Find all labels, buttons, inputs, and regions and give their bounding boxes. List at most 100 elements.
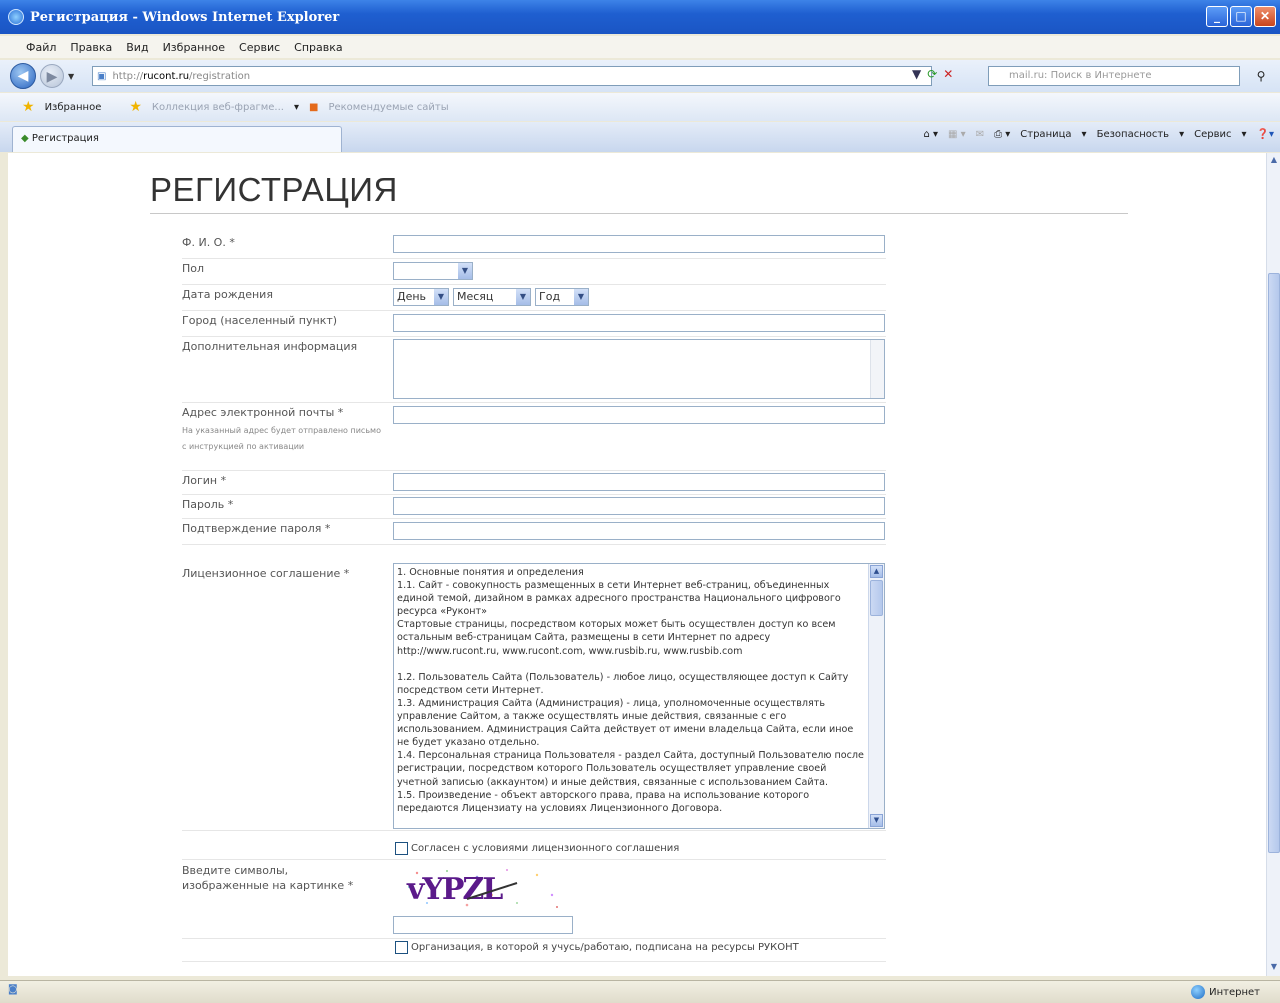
globe-icon (1191, 985, 1206, 999)
search-icon[interactable]: ⚲ (1248, 66, 1274, 86)
month-select[interactable]: Месяц ▼ (453, 288, 531, 306)
row-city: Город (населенный пункт) (182, 311, 886, 337)
menu-favorites[interactable]: Избранное (163, 41, 225, 54)
row-fio: Ф. И. О. * (182, 233, 886, 259)
page-icon: ▣ (97, 70, 107, 82)
row-email: Адрес электронной почты * На указанный а… (182, 403, 886, 471)
address-dropdown-icon[interactable]: ▼ (912, 67, 921, 81)
license-textarea[interactable]: 1. Основные понятия и определения 1.1. С… (393, 563, 885, 829)
scroll-up-icon[interactable]: ▲ (1268, 155, 1280, 167)
maximize-button[interactable]: □ (1230, 6, 1252, 27)
ie-icon (8, 9, 24, 25)
page-scroll-thumb[interactable] (1268, 273, 1280, 853)
textarea-scrollbar[interactable] (870, 340, 884, 398)
address-input[interactable]: ▣ http:// rucont.ru /registration (92, 66, 932, 86)
search-input[interactable]: mail.ru: Поиск в Интернете (988, 66, 1240, 86)
close-button[interactable]: ✕ (1254, 6, 1276, 27)
login-label: Логин * (182, 474, 227, 487)
year-select[interactable]: Год ▼ (535, 288, 589, 306)
menu-file[interactable]: Файл (26, 41, 56, 54)
row-license: Лицензионное соглашение * 1. Основные по… (182, 559, 886, 831)
org-label: Организация, в которой я учусь/работаю, … (411, 942, 799, 953)
help-icon[interactable]: ❓▾ (1257, 129, 1274, 140)
favorite-link-webslices[interactable]: Коллекция веб-фрагме... (152, 102, 284, 113)
favorites-button[interactable]: Избранное (45, 102, 102, 113)
row-gender: Пол ▼ (182, 259, 886, 285)
fio-input[interactable] (393, 235, 885, 253)
city-input[interactable] (393, 314, 885, 332)
scroll-thumb[interactable] (870, 580, 883, 616)
license-text: 1. Основные понятия и определения 1.1. С… (397, 567, 864, 814)
page-content: РЕГИСТРАЦИЯ Ф. И. О. * Пол ▼ Дата рожден… (8, 153, 1266, 976)
menu-tools[interactable]: Сервис (239, 41, 280, 54)
email-input[interactable] (393, 406, 885, 424)
stop-icon[interactable]: ✕ (943, 67, 953, 81)
chevron-down-icon: ▼ (516, 289, 530, 305)
tab-page-icon: ◆ (21, 133, 29, 144)
org-checkbox[interactable] (395, 941, 408, 954)
menu-edit[interactable]: Правка (70, 41, 112, 54)
chevron-down-icon: ▼ (458, 263, 472, 279)
address-path: /registration (189, 70, 251, 82)
favorites-star-icon: ★ (22, 99, 35, 115)
menu-help[interactable]: Справка (294, 41, 342, 54)
agree-label: Согласен с условиями лицензионного согла… (411, 843, 680, 854)
chevron-down-icon: ▼ (434, 289, 448, 305)
page-title: РЕГИСТРАЦИЯ (150, 171, 398, 208)
agree-row: Согласен с условиями лицензионного согла… (395, 842, 679, 855)
minimize-button[interactable]: _ (1206, 6, 1228, 27)
form-bottom-divider (182, 961, 886, 962)
history-dropdown-icon[interactable]: ▼ (68, 72, 74, 81)
menu-bar: Файл Правка Вид Избранное Сервис Справка (0, 36, 1280, 58)
status-bar: ◙ Интернет (0, 980, 1280, 1003)
license-scrollbar[interactable]: ▲ ▼ (868, 564, 884, 828)
address-prefix: http:// (112, 70, 144, 82)
page-scrollbar[interactable]: ▲ ▼ (1266, 153, 1280, 976)
favorite-link-suggested[interactable]: Рекомендуемые сайты (328, 102, 448, 113)
security-zone[interactable]: Интернет (1191, 985, 1260, 999)
back-button[interactable]: ◀ (10, 63, 36, 89)
extra-info-label: Дополнительная информация (182, 340, 358, 353)
home-icon[interactable]: ⌂ ▾ (923, 129, 938, 140)
refresh-icon[interactable]: ⟳ (927, 67, 937, 81)
security-menu[interactable]: Безопасность (1097, 129, 1170, 140)
captcha-image: vYPZL (406, 869, 558, 908)
scroll-down-icon[interactable]: ▼ (1268, 962, 1280, 974)
tools-menu[interactable]: Сервис (1194, 129, 1231, 140)
page-menu[interactable]: Страница (1020, 129, 1071, 140)
agree-checkbox[interactable] (395, 842, 408, 855)
captcha-input[interactable] (393, 916, 573, 934)
forward-button[interactable]: ▶ (40, 64, 64, 88)
zone-label: Интернет (1209, 986, 1260, 998)
extra-info-textarea[interactable] (393, 339, 885, 399)
gender-label: Пол (182, 262, 205, 275)
tab-bar: ◆ Регистрация ⌂ ▾ ▦ ▾ ✉ ⎙ ▾ Страница ▾ Бе… (0, 122, 1280, 152)
captcha-text: vYPZL (406, 872, 503, 907)
captcha-label: Введите символы, изображенные на картинк… (182, 864, 354, 892)
org-row: Организация, в которой я учусь/работаю, … (395, 941, 799, 954)
gender-select[interactable]: ▼ (393, 262, 473, 280)
tab-registration[interactable]: ◆ Регистрация (12, 126, 342, 152)
row-confirm-password: Подтверждение пароля * (182, 519, 886, 545)
favorite-link-webslices-dropdown-icon[interactable]: ▾ (294, 102, 299, 113)
license-label: Лицензионное соглашение * (182, 567, 350, 580)
menu-view[interactable]: Вид (126, 41, 148, 54)
tab-label: Регистрация (31, 133, 99, 144)
confirm-password-input[interactable] (393, 522, 885, 540)
row-password: Пароль * (182, 495, 886, 519)
print-icon[interactable]: ⎙ ▾ (994, 129, 1010, 140)
password-label: Пароль * (182, 498, 234, 511)
mail-icon[interactable]: ✉ (976, 129, 984, 140)
confirm-password-label: Подтверждение пароля * (182, 522, 331, 535)
feeds-icon[interactable]: ▦ ▾ (948, 129, 966, 140)
scroll-down-icon[interactable]: ▼ (870, 814, 883, 827)
address-host: rucont.ru (143, 70, 190, 82)
scroll-up-icon[interactable]: ▲ (870, 565, 883, 578)
command-bar: ⌂ ▾ ▦ ▾ ✉ ⎙ ▾ Страница ▾ Безопасность ▾ Се… (923, 129, 1274, 140)
add-favorite-icon[interactable]: ★ (129, 99, 142, 115)
day-select[interactable]: День ▼ (393, 288, 449, 306)
password-input[interactable] (393, 497, 885, 515)
login-input[interactable] (393, 473, 885, 491)
year-value: Год (539, 290, 561, 303)
address-toolbar: ◀ ▶ ▼ ▣ http:// rucont.ru /registration … (0, 60, 1280, 92)
